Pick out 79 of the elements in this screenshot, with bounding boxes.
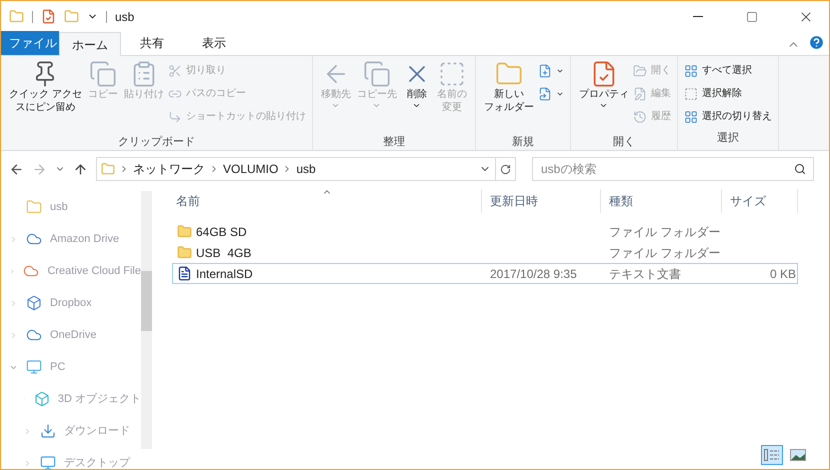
refresh-button[interactable] <box>496 157 516 181</box>
ribbon-group-label: クリップボード <box>118 134 195 150</box>
cloud-icon <box>26 327 42 343</box>
column-header[interactable]: 更新日時 <box>482 189 601 213</box>
minimize-icon <box>693 16 703 17</box>
scrollbar[interactable] <box>141 191 152 449</box>
file-type: ファイル フォルダー <box>609 246 720 260</box>
window-title: usb <box>115 8 134 26</box>
file-size: 0 KB <box>770 266 796 282</box>
file-type: テキスト文書 <box>609 266 681 280</box>
edit-icon <box>632 86 647 100</box>
ribbon-group-label: 開く <box>612 135 635 150</box>
ribbon-button[interactable]: 新しい フォルダー <box>482 56 536 134</box>
download-icon <box>40 423 56 439</box>
ribbon-tab[interactable]: 共有 <box>121 31 183 55</box>
select-none-icon <box>684 86 698 100</box>
breadcrumb[interactable]: usb <box>296 160 316 178</box>
ribbon-button[interactable]: 選択の切り替え <box>684 106 772 127</box>
details-view-button[interactable] <box>761 445 783 465</box>
back-icon[interactable] <box>9 162 24 176</box>
column-header[interactable]: 名前 <box>168 189 482 213</box>
file-name: USB 4GB <box>196 244 252 262</box>
folder-icon[interactable] <box>9 9 24 24</box>
search-icon <box>794 163 806 175</box>
properties-icon[interactable] <box>41 9 56 24</box>
column-header[interactable]: サイズ <box>722 189 798 213</box>
ribbon-button[interactable]: 選択解除 <box>684 83 772 104</box>
ribbon-tab[interactable]: 表示 <box>183 31 245 55</box>
file-row[interactable]: USB 4GB ファイル フォルダー <box>172 242 798 263</box>
search-field[interactable]: usbの検索 <box>532 157 814 181</box>
details-icon <box>764 449 780 461</box>
ribbon-button[interactable]: クイック アクセ スにピン留め <box>7 56 84 134</box>
history-icon <box>632 110 647 124</box>
copy-icon <box>362 60 391 88</box>
refresh-icon <box>500 164 511 174</box>
box-icon <box>26 295 42 311</box>
copy-icon <box>88 60 117 88</box>
file-row[interactable]: InternalSD 2017/10/28 9:35 テキスト文書 0 KB <box>172 263 798 284</box>
file-name: 64GB SD <box>196 224 247 240</box>
document-icon <box>538 86 552 100</box>
open-icon <box>632 64 647 78</box>
cloud-icon <box>26 231 42 247</box>
thumbnail-icon <box>790 449 806 461</box>
folder-icon[interactable] <box>64 9 79 24</box>
ribbon-tab[interactable]: ファイル <box>1 31 59 55</box>
column-header[interactable]: 種類 <box>601 189 722 213</box>
rename-icon <box>438 60 466 88</box>
ribbon-button[interactable]: 削除 <box>400 56 433 134</box>
file-row[interactable]: 64GB SD ファイル フォルダー <box>172 221 798 242</box>
folder-icon <box>177 245 192 260</box>
invert-selection-icon <box>684 110 698 124</box>
shortcut-icon <box>168 110 182 124</box>
breadcrumb[interactable]: VOLUMIO <box>223 160 278 178</box>
new-item-icon <box>538 64 552 78</box>
ribbon-group-label: 新規 <box>512 134 534 150</box>
ribbon-group-label: 選択 <box>716 130 739 146</box>
ribbon-group-label: 整理 <box>382 135 405 150</box>
folder-icon <box>26 199 42 215</box>
address-bar[interactable]: ネットワーク VOLUMIO usb <box>96 157 496 181</box>
help-icon[interactable] <box>808 34 825 51</box>
text-file-icon <box>177 266 192 281</box>
cloud-icon <box>23 263 40 279</box>
breadcrumb[interactable]: ネットワーク <box>133 160 205 178</box>
folder-icon <box>177 224 192 239</box>
network-folder-icon <box>101 162 115 176</box>
monitor-icon <box>26 359 42 375</box>
select-all-icon <box>684 64 698 78</box>
forward-icon[interactable] <box>32 162 47 176</box>
ribbon-tab[interactable]: ホーム <box>59 32 121 56</box>
up-icon[interactable] <box>73 162 88 176</box>
file-name: InternalSD <box>196 266 253 282</box>
ribbon-button[interactable]: プロパティ <box>576 56 631 134</box>
cube-icon <box>34 391 50 407</box>
modified-date: 2017/10/28 9:35 <box>490 266 577 280</box>
file-type: ファイル フォルダー <box>609 224 720 238</box>
scissors-icon <box>168 64 182 78</box>
ribbon-button[interactable]: すべて選択 <box>684 60 772 81</box>
monitor-icon <box>40 455 56 469</box>
maximize-icon <box>746 10 758 22</box>
